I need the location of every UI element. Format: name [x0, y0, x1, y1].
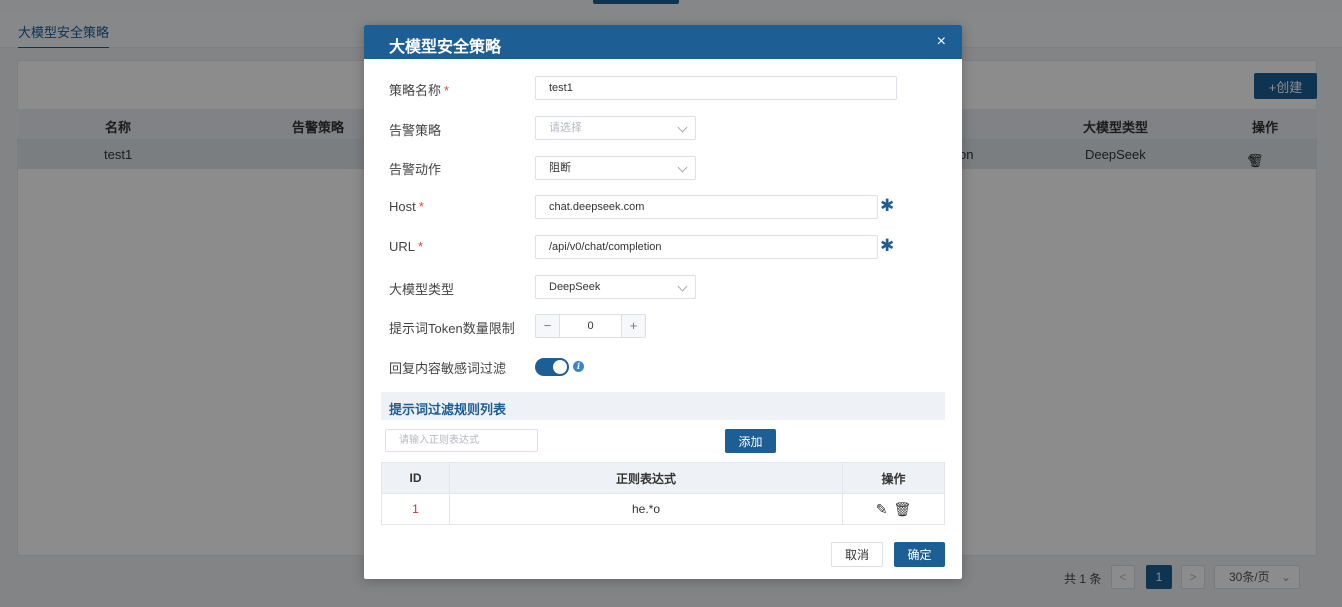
regex-input[interactable]: 请输入正则表达式 [385, 429, 538, 452]
policy-modal: 大模型安全策略 × 策略名称 * test1 告警策略 请选择 告警动作 阻断 H… [364, 25, 962, 579]
chevron-down-icon [677, 162, 688, 173]
token-limit-value[interactable]: 0 [560, 315, 621, 337]
rules-section-header: 提示词过滤规则列表 [381, 392, 945, 420]
required-mark: * [418, 199, 424, 214]
toggle-knob [553, 360, 567, 374]
col-actions: 操作 [842, 462, 945, 494]
select-value: DeepSeek [549, 281, 601, 293]
alert-policy-select[interactable]: 请选择 [535, 116, 696, 140]
rules-table: ID 正则表达式 操作 1 he.*o ✎ 🗑 [381, 462, 945, 525]
cancel-button[interactable]: 取消 [831, 542, 883, 567]
field-label-token-limit: 提示词Token数量限制 [389, 321, 515, 336]
modal-title: 大模型安全策略 [389, 39, 502, 56]
decrement-button[interactable]: − [536, 315, 560, 337]
rules-section-title: 提示词过滤规则列表 [389, 402, 507, 417]
col-id: ID [381, 462, 450, 494]
delete-icon[interactable]: 🗑 [893, 501, 911, 518]
field-label-alert-action: 告警动作 [389, 162, 442, 177]
modal-header: 大模型安全策略 × [364, 25, 962, 59]
label-text: 策略名称 [389, 83, 442, 98]
required-mark: * [444, 83, 450, 98]
field-label-sensitive-filter: 回复内容敏感词过滤 [389, 361, 507, 376]
edit-icon[interactable]: ✎ [876, 501, 888, 518]
url-input[interactable]: /api/v0/chat/completion [535, 235, 878, 259]
rule-actions: ✎ 🗑 [842, 493, 945, 525]
required-mark: * [418, 239, 424, 254]
chevron-down-icon [677, 122, 688, 133]
select-value: 阻断 [549, 162, 571, 174]
increment-button[interactable]: + [621, 315, 645, 337]
rule-id: 1 [381, 493, 450, 525]
info-icon[interactable]: i [573, 361, 584, 372]
chevron-down-icon [677, 281, 688, 292]
add-rule-button[interactable]: 添加 [725, 429, 776, 453]
col-regex: 正则表达式 [449, 462, 843, 494]
host-input[interactable]: chat.deepseek.com [535, 195, 878, 219]
rule-regex: he.*o [449, 493, 843, 525]
alert-action-select[interactable]: 阻断 [535, 156, 696, 180]
field-label-host: Host * [389, 199, 424, 214]
sensitive-filter-toggle[interactable] [535, 358, 569, 376]
confirm-button[interactable]: 确定 [894, 542, 945, 567]
asterisk-icon[interactable]: ✱ [880, 236, 894, 256]
model-type-select[interactable]: DeepSeek [535, 275, 696, 299]
close-icon[interactable]: × [937, 33, 946, 51]
table-row: 1 he.*o ✎ 🗑 [381, 493, 945, 525]
policy-name-input[interactable]: test1 [535, 76, 897, 100]
field-label-model-type: 大模型类型 [389, 282, 455, 297]
token-limit-stepper: − 0 + [535, 314, 646, 338]
field-label-url: URL * [389, 239, 423, 254]
field-label-name: 策略名称 * [389, 80, 449, 99]
rules-table-header: ID 正则表达式 操作 [381, 462, 945, 494]
asterisk-icon[interactable]: ✱ [880, 196, 894, 216]
label-text: Host [389, 199, 416, 214]
label-text: URL [389, 239, 416, 254]
field-label-alert-policy: 告警策略 [389, 123, 442, 138]
select-placeholder: 请选择 [549, 122, 582, 134]
